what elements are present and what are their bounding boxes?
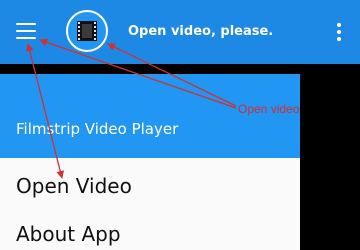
annotation-arrows — [25, 38, 237, 179]
annotation-label: Open video — [238, 102, 300, 116]
